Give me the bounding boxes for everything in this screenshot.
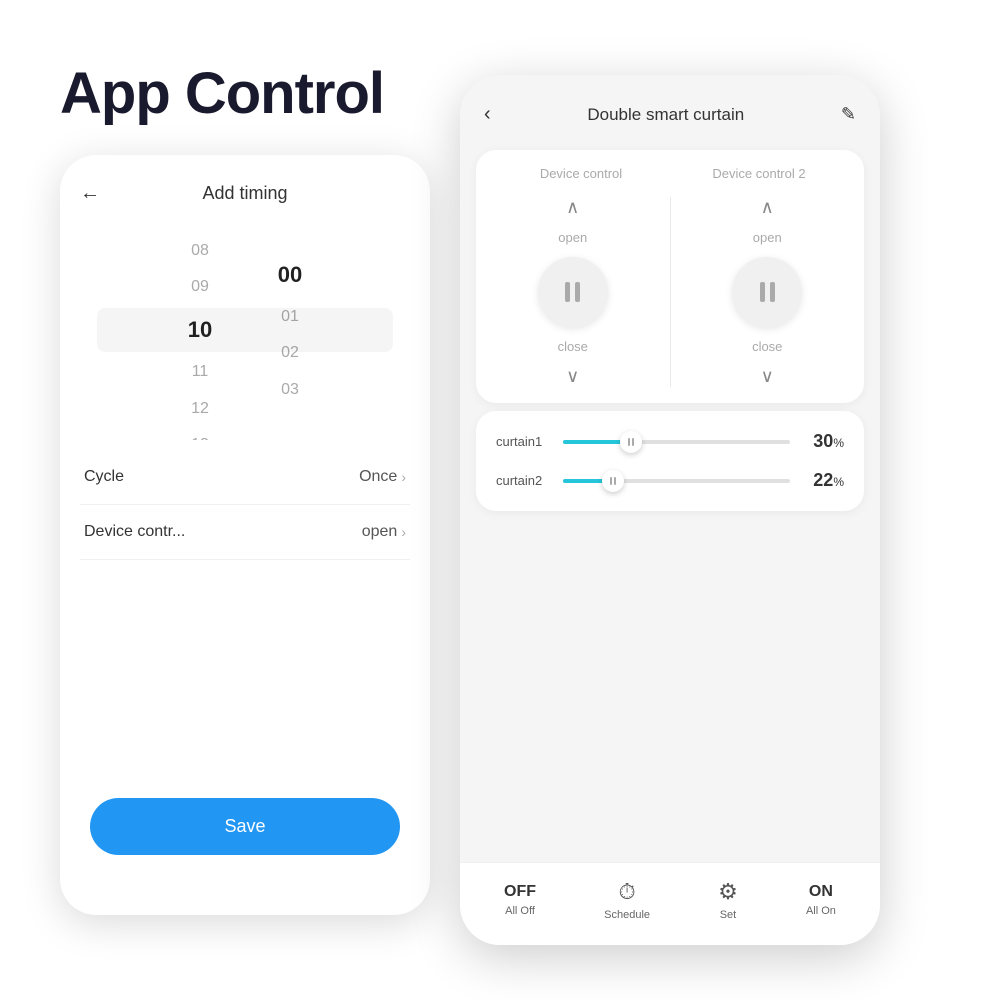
curtain1-thumb-bar-1	[628, 438, 630, 446]
timing-header: ← Add timing	[60, 155, 430, 220]
hour-07: 07	[170, 220, 230, 229]
hour-13: 13	[170, 431, 230, 440]
close-label-1: close	[558, 339, 588, 354]
curtain1-thumb-icon	[628, 438, 634, 446]
curtain1-slider-row: curtain1 30%	[496, 431, 844, 452]
hour-09: 09	[170, 273, 230, 302]
curtain-header: ‹ Double smart curtain ✎	[460, 75, 880, 142]
open-arrow-1[interactable]: ∧	[566, 197, 579, 218]
open-arrow-2[interactable]: ∧	[761, 197, 774, 218]
curtain2-label: curtain2	[496, 473, 551, 488]
page-title: App Control	[60, 60, 384, 127]
all-off-label: All Off	[505, 905, 535, 917]
close-label-2: close	[752, 339, 782, 354]
curtain1-pct: %	[833, 436, 844, 450]
minute-column: 00 01 02 03	[260, 255, 320, 405]
cycle-chevron: ›	[401, 469, 406, 485]
curtain1-track[interactable]	[563, 440, 790, 444]
pause-bar-2a	[760, 282, 765, 302]
sliders-section: curtain1 30% curtain2	[476, 411, 864, 511]
curtain1-thumb[interactable]	[620, 431, 642, 453]
settings-section: Cycle Once › Device contr... open ›	[60, 450, 430, 560]
hour-11: 11	[170, 358, 230, 387]
hour-08: 08	[170, 237, 230, 266]
set-label: Set	[720, 909, 737, 921]
all-on-label: All On	[806, 905, 836, 917]
time-picker[interactable]: 07 08 09 10 11 12 13 00 01 02 03	[60, 220, 430, 440]
hour-12: 12	[170, 395, 230, 424]
min-01: 01	[260, 303, 320, 332]
curtain-title: Double smart curtain	[587, 105, 744, 125]
curtain-back-button[interactable]: ‹	[484, 103, 491, 126]
device-control-1-label: Device control	[492, 166, 670, 181]
panel-divider	[670, 197, 671, 387]
pause-icon-2	[760, 282, 775, 302]
back-button[interactable]: ←	[80, 182, 100, 205]
all-off-icon: OFF	[504, 883, 536, 901]
device-controls: Device control Device control 2 ∧ open c…	[476, 150, 864, 403]
device-controls-header: Device control Device control 2	[492, 166, 848, 181]
curtain2-thumb-bar-1	[610, 477, 612, 485]
curtain1-value: 30%	[802, 431, 844, 452]
min-03: 03	[260, 376, 320, 405]
timing-title: Add timing	[202, 183, 287, 204]
pause-icon-1	[565, 282, 580, 302]
all-on-button[interactable]: ON All On	[806, 883, 836, 917]
curtain2-thumb-icon	[610, 477, 616, 485]
cycle-label: Cycle	[84, 468, 124, 486]
curtain-edit-button[interactable]: ✎	[841, 104, 856, 125]
right-phone: ‹ Double smart curtain ✎ Device control …	[460, 75, 880, 945]
open-label-2: open	[753, 230, 782, 245]
curtain2-thumb[interactable]	[602, 470, 624, 492]
set-icon: ⚙	[718, 879, 738, 905]
save-button[interactable]: Save	[90, 798, 400, 855]
cycle-row[interactable]: Cycle Once ›	[80, 450, 410, 505]
bottom-bar: OFF All Off ⏱ Schedule ⚙ Set ON All On	[460, 862, 880, 945]
control-panels: ∧ open close ∨ ∧ open	[492, 197, 848, 387]
pause-button-2[interactable]	[732, 257, 802, 327]
pause-bar-1a	[565, 282, 570, 302]
control-panel-1: ∧ open close ∨	[492, 197, 654, 387]
save-btn-container: Save	[90, 798, 400, 855]
curtain2-track[interactable]	[563, 479, 790, 483]
all-on-icon: ON	[809, 883, 833, 901]
min-02: 02	[260, 339, 320, 368]
control-panel-2: ∧ open close ∨	[687, 197, 849, 387]
pause-bar-2b	[770, 282, 775, 302]
device-label: Device contr...	[84, 523, 185, 541]
device-value: open ›	[362, 523, 406, 541]
curtain2-thumb-bar-2	[614, 477, 616, 485]
curtain2-value: 22%	[802, 470, 844, 491]
schedule-label: Schedule	[604, 909, 650, 921]
left-phone: ← Add timing 07 08 09 10 11 12 13 00 01 …	[60, 155, 430, 915]
schedule-icon: ⏱	[618, 879, 635, 905]
curtain1-thumb-bar-2	[632, 438, 634, 446]
close-arrow-2[interactable]: ∨	[761, 366, 774, 387]
cycle-value: Once ›	[359, 468, 406, 486]
all-off-button[interactable]: OFF All Off	[504, 883, 536, 917]
curtain2-slider-row: curtain2 22%	[496, 470, 844, 491]
set-button[interactable]: ⚙ Set	[718, 879, 738, 921]
device-row[interactable]: Device contr... open ›	[80, 505, 410, 560]
hour-10-active: 10	[170, 310, 230, 350]
min-00-active: 00	[260, 255, 320, 295]
pause-bar-1b	[575, 282, 580, 302]
schedule-button[interactable]: ⏱ Schedule	[604, 879, 650, 921]
curtain1-label: curtain1	[496, 434, 551, 449]
pause-button-1[interactable]	[538, 257, 608, 327]
device-control-2-label: Device control 2	[670, 166, 848, 181]
open-label-1: open	[558, 230, 587, 245]
close-arrow-1[interactable]: ∨	[566, 366, 579, 387]
device-chevron: ›	[401, 524, 406, 540]
curtain2-pct: %	[833, 475, 844, 489]
hour-column: 07 08 09 10 11 12 13	[170, 220, 230, 440]
